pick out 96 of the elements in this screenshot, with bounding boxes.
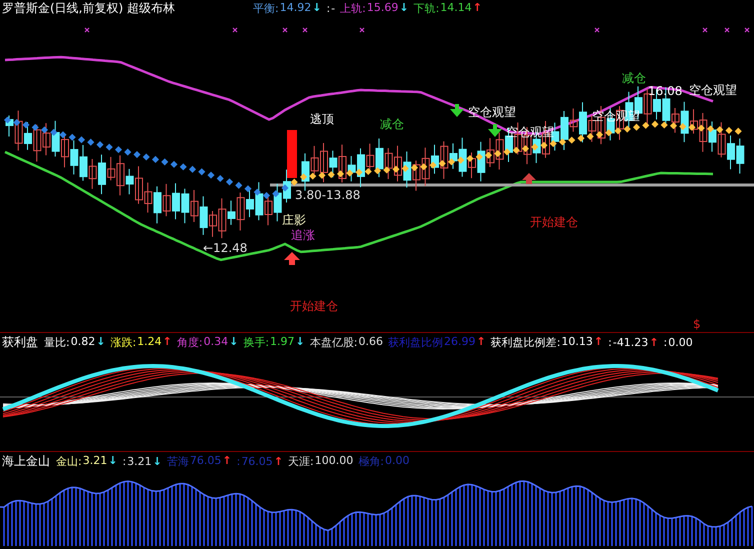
trend-arrow: ↓ (229, 334, 238, 350)
indicator-value: - (331, 2, 336, 14)
signal-label: 逃顶 (310, 112, 334, 126)
indicator-value: 0.82 (70, 334, 96, 350)
signal-label: 追涨 (291, 228, 315, 242)
trend-arrow: ↓ (296, 334, 305, 350)
up-arrow-icon (522, 173, 536, 184)
signal-label: 减仓 (380, 117, 404, 131)
trend-arrow: ↑ (274, 454, 284, 468)
signal-label: 开始建仓 (290, 299, 338, 313)
indicator-label: 角度: (176, 334, 203, 350)
signal-label: 空仓观望 (689, 83, 737, 97)
cross-mark-icon (594, 27, 600, 33)
indicator-label: 金山: (56, 454, 82, 468)
cross-mark-icon (744, 27, 750, 33)
signal-label: ←12.48 (203, 241, 248, 255)
indicator-value: 76.05 (241, 454, 273, 468)
indicator-label: 获利盘比例 (388, 334, 443, 350)
candlestick (162, 183, 171, 217)
indicator-label: : (664, 336, 668, 348)
trend-arrow: ↓ (152, 454, 162, 468)
indicator-value: 1.97 (270, 334, 295, 350)
signal-label: 减仓 (622, 71, 646, 85)
cross-mark-icon (724, 27, 730, 33)
indicator-label: 天涯: (288, 454, 314, 468)
chart-title: 罗普斯金(日线,前复权) 超级布林 (2, 0, 175, 16)
trend-arrow: ↓ (399, 0, 409, 16)
candlestick (287, 130, 297, 178)
indicator-value: 0.00 (668, 336, 693, 348)
panel-title: 海上金山 (2, 452, 50, 470)
trend-arrow: ↓ (108, 454, 118, 468)
candlestick (274, 183, 282, 222)
down-arrow-icon (488, 124, 502, 137)
indicator-value: 1.24 (137, 334, 162, 350)
trend-arrow: ↑ (222, 454, 232, 468)
candlestick (718, 122, 726, 158)
trend-arrow: ↑ (472, 0, 482, 16)
trend-arrow: ↑ (476, 334, 486, 350)
indicator-value: -41.23 (612, 336, 648, 348)
cross-mark-icon (359, 27, 365, 33)
indicator-label: 量比: (44, 334, 70, 350)
up-arrow-icon (284, 252, 300, 265)
indicator-value: 14.14 (440, 0, 472, 16)
indicator-value: 15.69 (366, 0, 398, 16)
cross-mark-icon (302, 27, 308, 33)
cross-mark-icon (702, 27, 708, 33)
candlestick (181, 188, 190, 224)
candlestick (88, 158, 97, 190)
indicator-value: 76.05 (190, 454, 222, 468)
indicator-value: 3.21 (82, 454, 108, 468)
indicator-value: 0.00 (384, 454, 410, 468)
candlestick (384, 148, 393, 180)
indicator-label: : (122, 454, 126, 468)
candlestick (736, 138, 744, 174)
trend-arrow: ↑ (594, 334, 604, 350)
signal-label: 庄影 (282, 213, 306, 227)
indicator-value: 10.13 (561, 334, 593, 350)
candlestick (422, 147, 430, 186)
candlestick (255, 182, 264, 221)
trend-arrow: ↑ (649, 336, 659, 348)
signal-label: $ (693, 317, 701, 331)
indicator-value: 26.99 (444, 334, 476, 350)
cross-mark-icon (232, 27, 238, 33)
indicator-label: : (326, 2, 330, 14)
candlestick (366, 143, 374, 172)
indicator-label: 本盘亿股: (310, 334, 358, 350)
indicator-value: 0.66 (358, 334, 383, 350)
indicator-value: 0.34 (204, 334, 228, 350)
indicator-label: 下轨: (414, 0, 440, 16)
cross-mark-icon (282, 27, 288, 33)
indicator-label: 上轨: (340, 0, 366, 16)
candlestick (52, 120, 60, 158)
trend-arrow: ↓ (312, 0, 322, 16)
indicator-value: 100.00 (314, 454, 354, 468)
indicator-label: 获利盘比例差: (490, 334, 560, 350)
cross-mark-icon (84, 27, 90, 33)
candlestick (496, 132, 504, 170)
indicator-value: 3.21 (127, 454, 152, 468)
down-arrow-icon (450, 104, 464, 117)
indicator-label: 苦海 (166, 454, 189, 468)
indicator-label: 極角: (358, 454, 384, 468)
candlestick (70, 140, 78, 175)
trend-arrow: ↑ (162, 334, 172, 350)
indicator-label: : (236, 454, 240, 468)
indicator-value: 14.92 (280, 0, 312, 16)
signal-label: 开始建仓 (530, 215, 578, 229)
signal-label: 3.80-13.88 (295, 188, 360, 202)
indicator-label: 平衡: (253, 0, 279, 16)
indicator-label: : (608, 336, 612, 348)
indicator-label: 涨跌: (110, 334, 136, 350)
panel-title: 获利盘 (2, 334, 38, 350)
candlestick (144, 182, 152, 214)
candlestick (33, 124, 42, 162)
indicator-label: 换手: (243, 334, 270, 350)
candlestick (310, 145, 319, 174)
trend-arrow: ↓ (96, 334, 106, 350)
